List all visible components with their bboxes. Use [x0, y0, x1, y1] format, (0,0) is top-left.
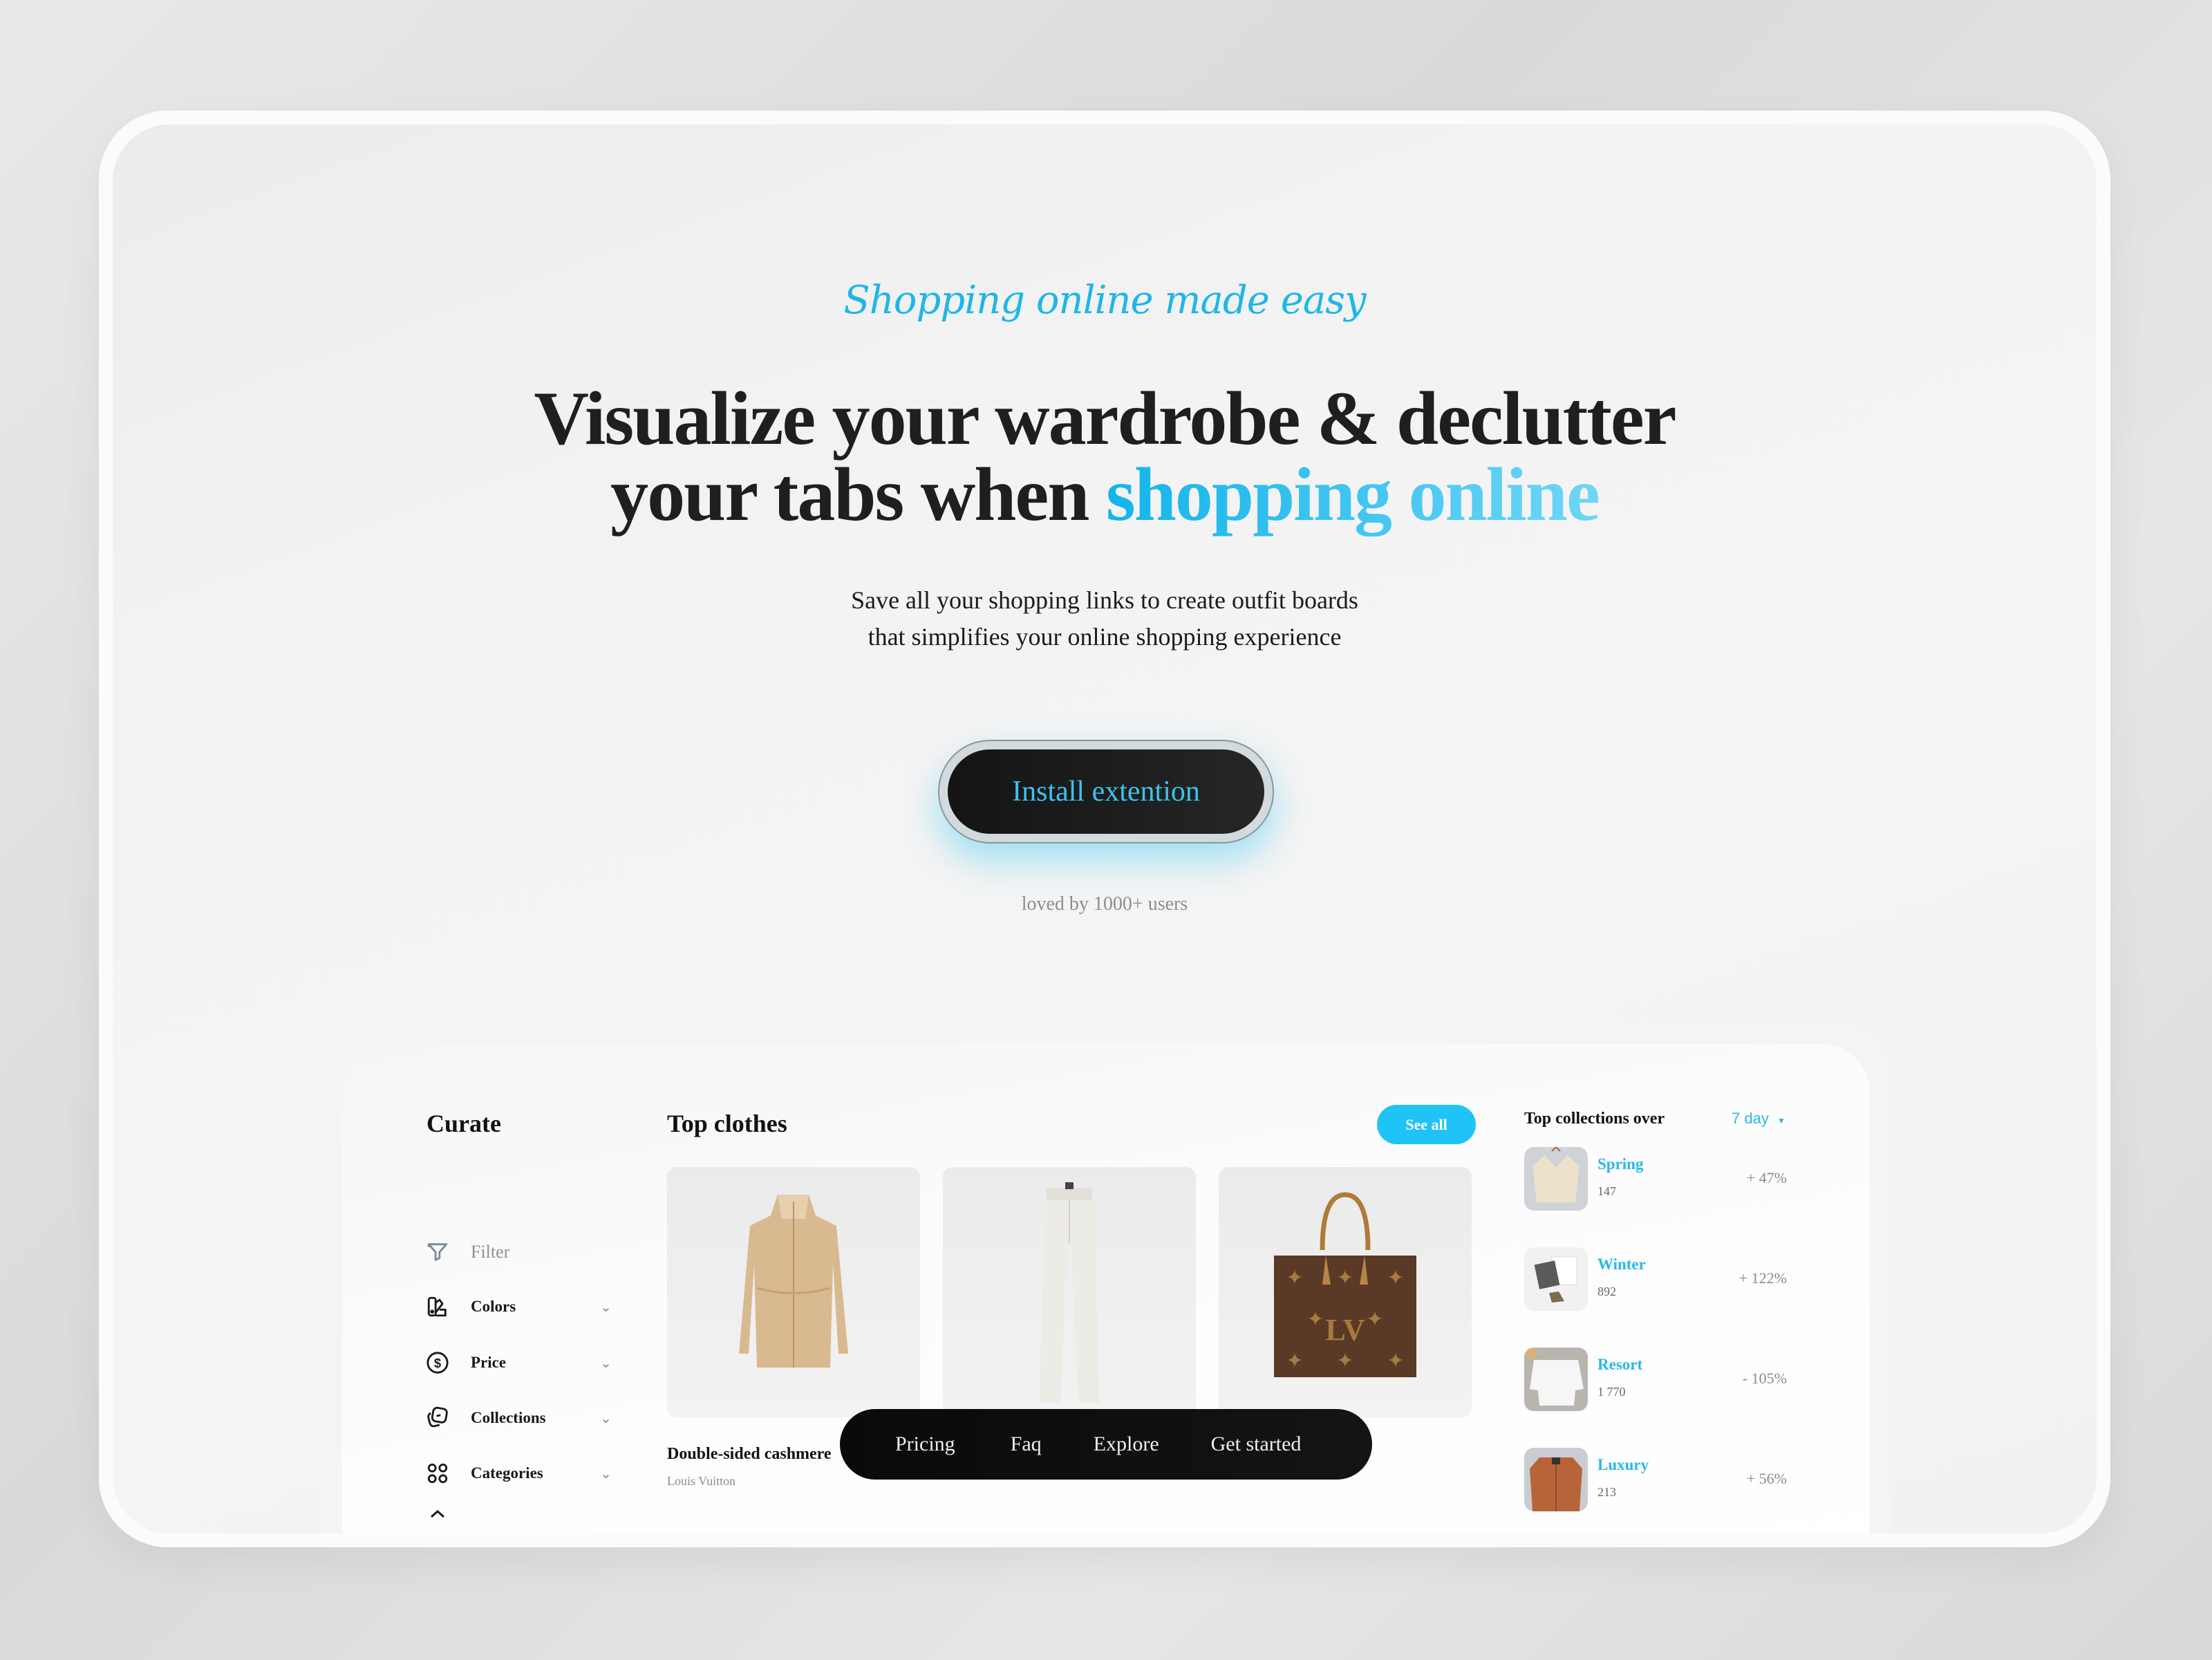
collection-name: Spring [1597, 1155, 1644, 1173]
chevron-down-icon: ⌄ [600, 1355, 612, 1371]
sidebar-item-categories[interactable]: Categories ⌄ [425, 1460, 612, 1487]
white-trousers-image [1040, 1182, 1099, 1402]
headline-highlight: shopping online [1105, 452, 1600, 537]
product-card[interactable]: ✦ ✦ ✦ ✦ ✦ LV ✦ ✦ ✦ [1219, 1167, 1472, 1417]
nav-link-pricing[interactable]: Pricing [895, 1433, 955, 1456]
grid-icon [425, 1461, 450, 1486]
sidebar-item-label: Collections [471, 1409, 546, 1426]
svg-text:✦: ✦ [1286, 1267, 1303, 1289]
svg-text:✦: ✦ [1336, 1267, 1353, 1289]
sidebar-item-collections[interactable]: Collections ⌄ [425, 1404, 612, 1432]
svg-text:✦: ✦ [1366, 1308, 1383, 1331]
collection-thumbnail [1524, 1448, 1588, 1511]
collections-title: Top collections over [1524, 1110, 1665, 1128]
sidebar-item-label: Categories [471, 1464, 543, 1482]
nav-link-explore[interactable]: Explore [1094, 1433, 1159, 1456]
svg-text:✦: ✦ [1336, 1350, 1353, 1372]
headline: Visualize your wardrobe & declutter your… [113, 380, 2097, 532]
color-swatch-icon [425, 1294, 450, 1319]
headline-line-1: Visualize your wardrobe & declutter [534, 376, 1676, 460]
install-button-ring: Install extention [938, 740, 1274, 843]
range-dropdown[interactable]: 7 day ▼ [1732, 1110, 1785, 1128]
subtitle: Save all your shopping links to create o… [113, 582, 2097, 655]
product-brand: Louis Vuitton [667, 1474, 736, 1488]
filter-icon [425, 1240, 450, 1265]
collection-item-spring[interactable]: Spring 147 + 47% [1524, 1147, 1787, 1211]
sidebar-item-price[interactable]: $ Price ⌄ [425, 1349, 612, 1377]
collection-name: Resort [1597, 1356, 1643, 1373]
floating-nav: Pricing Faq Explore Get started [840, 1409, 1372, 1480]
collections-icon [425, 1406, 450, 1430]
caret-down-icon: ▼ [1777, 1116, 1785, 1126]
brand-logo: Curate [427, 1110, 501, 1137]
collection-thumbnail [1524, 1347, 1588, 1411]
headline-line-2-prefix: your tabs when [610, 452, 1106, 537]
collection-change: + 122% [1738, 1269, 1787, 1287]
section-title-top-clothes: Top clothes [667, 1110, 787, 1137]
svg-text:✦: ✦ [1286, 1350, 1303, 1372]
collection-count: 147 [1597, 1184, 1616, 1198]
collection-name: Luxury [1597, 1456, 1649, 1473]
chevron-down-icon: ⌄ [600, 1299, 612, 1315]
collection-thumbnail [1524, 1247, 1588, 1311]
social-proof: loved by 1000+ users [1021, 893, 1188, 915]
range-value: 7 day [1732, 1110, 1769, 1127]
chevron-down-icon: ⌄ [600, 1410, 612, 1426]
subtitle-line-2: that simplifies your online shopping exp… [868, 623, 1342, 651]
chevron-up-icon[interactable] [429, 1509, 446, 1525]
monogram-tote-image: ✦ ✦ ✦ ✦ ✦ LV ✦ ✦ ✦ [1274, 1192, 1416, 1377]
collection-change: + 56% [1746, 1470, 1787, 1487]
nav-link-faq[interactable]: Faq [1011, 1433, 1042, 1456]
collection-thumbnail [1524, 1147, 1588, 1211]
sidebar-filter[interactable]: Filter [425, 1238, 612, 1266]
svg-text:LV: LV [1325, 1313, 1365, 1347]
sidebar-item-colors[interactable]: Colors ⌄ [425, 1293, 612, 1321]
collection-change: + 47% [1746, 1169, 1787, 1186]
collection-count: 213 [1597, 1485, 1616, 1499]
collection-name: Winter [1597, 1256, 1646, 1273]
tagline: Shopping online made easy [843, 278, 1366, 323]
sidebar-item-label: Colors [471, 1298, 516, 1315]
collection-item-luxury[interactable]: Luxury 213 + 56% [1524, 1448, 1787, 1511]
product-title[interactable]: Double-sided cashmere [667, 1445, 832, 1464]
install-extension-button[interactable]: Install extention [948, 749, 1264, 834]
collection-count: 1 770 [1597, 1385, 1626, 1399]
svg-text:✦: ✦ [1306, 1308, 1324, 1331]
collection-count: 892 [1597, 1285, 1616, 1298]
subtitle-line-1: Save all your shopping links to create o… [851, 586, 1358, 614]
collection-item-winter[interactable]: Winter 892 + 122% [1524, 1247, 1787, 1311]
svg-text:$: $ [434, 1356, 441, 1370]
collection-item-resort[interactable]: Resort 1 770 - 105% [1524, 1347, 1787, 1411]
chevron-down-icon: ⌄ [600, 1466, 612, 1482]
see-all-button[interactable]: See all [1377, 1105, 1476, 1144]
sidebar-filter-label: Filter [471, 1242, 510, 1262]
dollar-circle-icon: $ [425, 1350, 450, 1375]
collection-change: - 105% [1742, 1370, 1787, 1387]
sidebar-item-label: Price [471, 1354, 507, 1371]
landing-page: Shopping online made easy Visualize your… [113, 124, 2097, 1533]
beige-coat-image [739, 1195, 848, 1368]
product-card[interactable] [943, 1167, 1196, 1417]
nav-link-get-started[interactable]: Get started [1211, 1433, 1302, 1456]
svg-text:✦: ✦ [1387, 1350, 1404, 1372]
svg-text:✦: ✦ [1387, 1267, 1404, 1289]
page-frame: Shopping online made easy Visualize your… [99, 111, 2110, 1547]
product-card[interactable] [667, 1167, 920, 1417]
